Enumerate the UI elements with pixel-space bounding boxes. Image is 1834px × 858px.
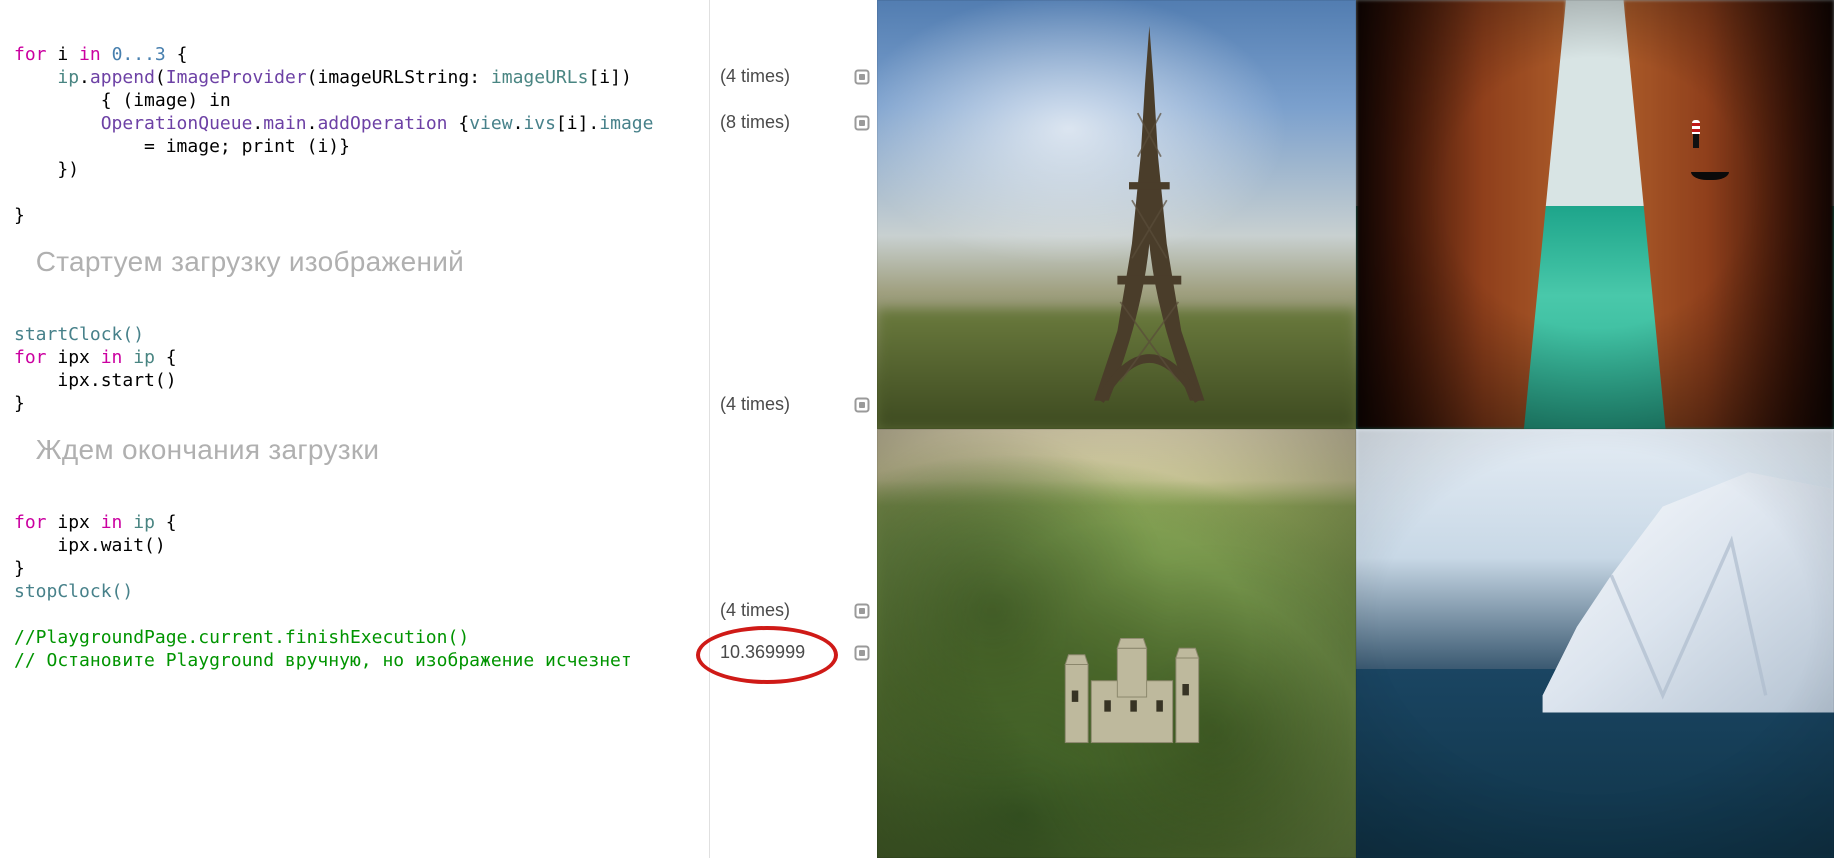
prop-main: main xyxy=(263,113,306,134)
type-imageprovider: ImageProvider xyxy=(166,67,307,88)
assign-line: = image; print (i)} xyxy=(144,136,350,157)
closure-close: }) xyxy=(57,159,79,180)
quicklook-icon[interactable] xyxy=(853,114,871,132)
var-imageurls: imageURLs xyxy=(491,67,589,88)
result-row: 10.369999 xyxy=(710,642,877,663)
call-stopclock: stopClock() xyxy=(14,581,133,602)
call-addoperation: addOperation xyxy=(317,113,447,134)
result-row: (4 times) xyxy=(710,600,877,621)
quicklook-icon[interactable] xyxy=(853,396,871,414)
section-heading-wait: Ждем окончания загрузки xyxy=(36,434,380,465)
call-ipx-start: ipx.start() xyxy=(57,370,176,391)
comment-finish: //PlaygroundPage.current.finishExecution… xyxy=(14,627,469,648)
closure-header: { (image) in xyxy=(101,90,231,111)
result-row: (4 times) xyxy=(710,66,877,87)
section-heading-start: Стартуем загрузку изображений xyxy=(36,246,464,277)
quicklook-icon[interactable] xyxy=(853,68,871,86)
result-value: 10.369999 xyxy=(720,642,805,663)
editor-area: for i in 0...3 { ip.append(ImageProvider… xyxy=(0,0,877,858)
preview-image-eiffel-tower xyxy=(877,0,1356,429)
quicklook-icon[interactable] xyxy=(853,644,871,662)
result-row: (4 times) xyxy=(710,394,877,415)
comment-stop-note: // Остановите Playground вручную, но изо… xyxy=(14,650,632,671)
keyword-for: for xyxy=(14,44,47,65)
range-literal: 0...3 xyxy=(112,44,166,65)
var-view: view xyxy=(469,113,512,134)
call-ipx-wait: ipx.wait() xyxy=(57,535,165,556)
preview-image-venice-canal xyxy=(1356,0,1834,429)
code-editor[interactable]: for i in 0...3 { ip.append(ImageProvider… xyxy=(0,0,709,858)
var-ip: ip xyxy=(57,67,79,88)
quicklook-icon[interactable] xyxy=(853,602,871,620)
results-sidebar: (4 times) (8 times) (4 times) (4 times) xyxy=(709,0,877,858)
preview-image-iceberg xyxy=(1356,429,1834,858)
prop-image: image xyxy=(599,113,653,134)
result-value: (4 times) xyxy=(720,66,790,87)
arg-label: imageURLString: xyxy=(318,67,481,88)
playground-root: for i in 0...3 { ip.append(ImageProvider… xyxy=(0,0,1834,858)
live-view xyxy=(877,0,1834,858)
call-startclock: startClock() xyxy=(14,324,144,345)
var-ivs: ivs xyxy=(523,113,556,134)
result-value: (4 times) xyxy=(720,600,790,621)
result-value: (4 times) xyxy=(720,394,790,415)
result-row: (8 times) xyxy=(710,112,877,133)
keyword-in: in xyxy=(79,44,101,65)
preview-image-castle-hill xyxy=(877,429,1356,858)
result-value: (8 times) xyxy=(720,112,790,133)
call-append: append xyxy=(90,67,155,88)
type-operationqueue: OperationQueue xyxy=(101,113,253,134)
